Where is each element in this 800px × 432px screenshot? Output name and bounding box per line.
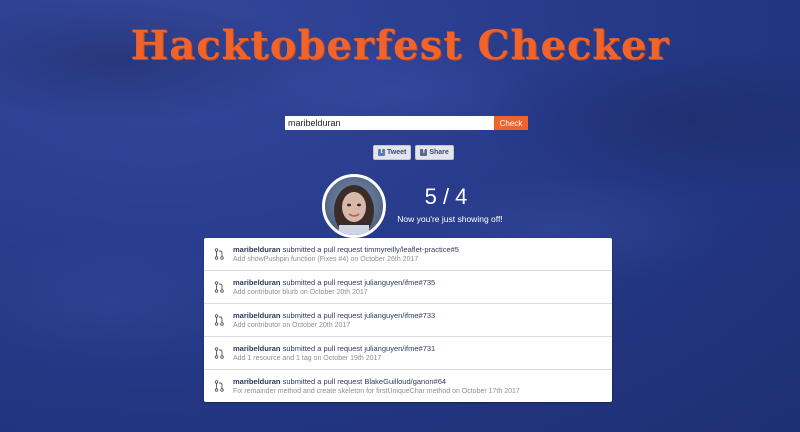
pr-action: submitted a pull request	[282, 311, 363, 320]
pr-date: on October 26th 2017	[350, 256, 419, 263]
pr-username[interactable]: maribelduran	[233, 344, 281, 353]
twitter-icon: t	[378, 149, 385, 156]
pr-action: submitted a pull request	[282, 344, 363, 353]
share-label: Share	[429, 149, 449, 156]
pr-repo-link[interactable]: julianguyen/ifme#735	[364, 278, 435, 287]
pull-request-icon	[214, 248, 224, 260]
list-item: maribelduran submitted a pull request Bl…	[204, 370, 612, 402]
pr-description: Add 1 resource and 1 tag	[233, 355, 312, 362]
list-item: maribelduran submitted a pull request ju…	[204, 304, 612, 337]
pr-username[interactable]: maribelduran	[233, 311, 281, 320]
pr-action: submitted a pull request	[282, 377, 363, 386]
avatar	[322, 174, 386, 238]
pull-request-icon	[214, 314, 224, 326]
pr-description: Add contributor	[233, 322, 281, 329]
pr-date: on October 20th 2017	[299, 289, 368, 296]
pr-repo-link[interactable]: julianguyen/ifme#731	[364, 344, 435, 353]
pr-date: on October 19th 2017	[313, 355, 382, 362]
page-title: Hacktoberfest Checker	[130, 22, 670, 69]
pr-date: on October 20th 2017	[282, 322, 351, 329]
username-input[interactable]	[285, 116, 494, 130]
list-item: maribelduran submitted a pull request ju…	[204, 271, 612, 304]
share-buttons: t Tweet f Share	[373, 145, 454, 160]
pr-description: Add showPushpin function (Fixes #4)	[233, 256, 349, 263]
pr-action: submitted a pull request	[282, 245, 363, 254]
pull-request-icon	[214, 380, 224, 392]
pr-description: Fix remainder method and create skeleton…	[233, 388, 451, 395]
tweet-button[interactable]: t Tweet	[373, 145, 412, 160]
pull-request-icon	[214, 347, 224, 359]
pr-username[interactable]: maribelduran	[233, 377, 281, 386]
pr-date: on October 17th 2017	[452, 388, 520, 395]
list-item: maribelduran submitted a pull request ti…	[204, 238, 612, 271]
pr-repo-link[interactable]: BlakeGuilloud/ganon#64	[364, 377, 446, 386]
status-message: Now you're just showing off!	[397, 214, 503, 224]
pull-request-icon	[214, 281, 224, 293]
check-button[interactable]: Check	[494, 116, 528, 130]
pr-description: Add contributor blurb	[233, 289, 298, 296]
search-bar: Check	[285, 116, 528, 130]
pr-action: submitted a pull request	[282, 278, 363, 287]
pr-count: 5 / 4	[424, 184, 468, 209]
pr-username[interactable]: maribelduran	[233, 245, 281, 254]
pr-username[interactable]: maribelduran	[233, 278, 281, 287]
share-button[interactable]: f Share	[415, 145, 454, 160]
pr-repo-link[interactable]: timmyreilly/leaflet-practice#5	[364, 245, 459, 254]
pull-request-list: maribelduran submitted a pull request ti…	[204, 238, 612, 402]
pr-repo-link[interactable]: julianguyen/ifme#733	[364, 311, 435, 320]
list-item: maribelduran submitted a pull request ju…	[204, 337, 612, 370]
tweet-label: Tweet	[387, 149, 407, 156]
facebook-icon: f	[420, 149, 428, 156]
